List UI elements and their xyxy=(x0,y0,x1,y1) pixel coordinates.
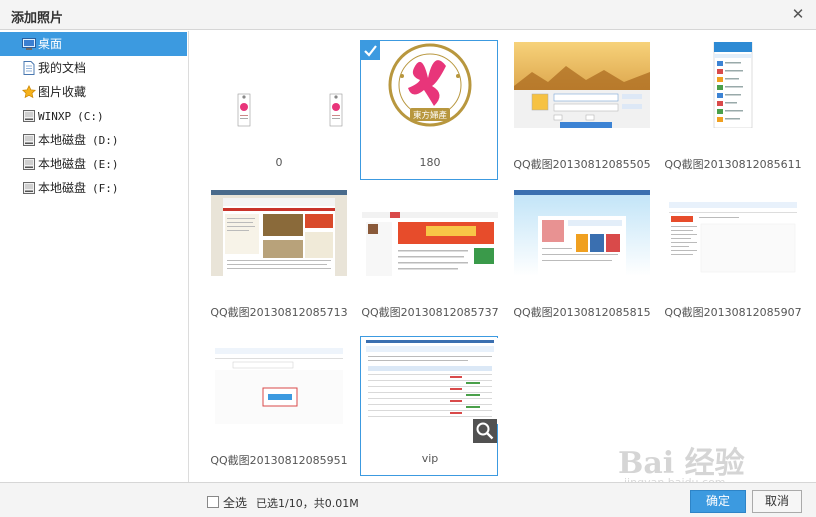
sidebar-item-label: 本地磁盘 xyxy=(38,181,87,195)
photo-image xyxy=(362,338,498,424)
desktop-icon xyxy=(22,38,36,50)
sidebar-item-picture-favorites[interactable]: 图片收藏 xyxy=(0,80,188,104)
folder-sidebar: 桌面 我的文档 图片收藏 WINXP (C:) 本地磁盘 (D:) 本地磁盘 (E:)… xyxy=(0,31,189,482)
photo-caption: vip xyxy=(421,452,439,465)
close-icon[interactable]: ✕ xyxy=(790,5,806,23)
dialog-title: 添加照片 xyxy=(11,11,64,26)
sidebar-item-label: 我的文档 xyxy=(38,61,87,75)
photo-thumbnail[interactable]: QQ截图20130812085505 xyxy=(512,40,651,180)
sidebar-item-desktop[interactable]: 桌面 xyxy=(0,32,187,56)
photo-image xyxy=(665,42,801,128)
drive-icon xyxy=(23,110,35,122)
sidebar-item-label: 图片收藏 xyxy=(38,85,87,99)
photo-item[interactable]: QQ截图20130812085907 xyxy=(663,188,803,328)
select-all-checkbox[interactable] xyxy=(207,496,219,508)
photo-thumbnail[interactable]: QQ截图20130812085713 xyxy=(209,188,348,328)
photo-item[interactable]: 東方婦產 180 xyxy=(360,40,500,180)
dialog-footer: 全选 已选1/10，共0.01M 确定 取消 xyxy=(0,482,816,517)
photo-caption: QQ截图20130812085907 xyxy=(664,306,802,319)
photo-image xyxy=(211,42,347,128)
photo-image xyxy=(362,190,498,276)
photo-caption: QQ截图20130812085713 xyxy=(210,306,348,319)
photo-image: 東方婦產 xyxy=(362,42,498,128)
sidebar-item-drive-e[interactable]: 本地磁盘 (E:) xyxy=(0,152,188,176)
selection-info: 已选1/10，共0.01M xyxy=(256,497,359,510)
sidebar-item-drive-letter: (C:) xyxy=(77,110,104,123)
photo-item[interactable]: QQ截图20130812085505 xyxy=(512,40,652,180)
photo-thumbnail[interactable]: QQ截图20130812085951 xyxy=(209,336,348,476)
sidebar-item-label: WINXP xyxy=(38,110,72,123)
photo-thumbnail[interactable]: QQ截图20130812085907 xyxy=(663,188,802,328)
sidebar-item-label: 桌面 xyxy=(38,37,63,51)
select-all-label[interactable]: 全选 xyxy=(223,494,247,511)
photo-caption: 0 xyxy=(275,156,283,169)
logo-text: 東方婦產 xyxy=(413,110,448,121)
sidebar-item-drive-letter: (D:) xyxy=(92,134,119,147)
dialog-titlebar: 添加照片 ✕ xyxy=(0,0,816,30)
photo-thumbnail[interactable]: QQ截图20130812085611 xyxy=(663,40,802,180)
checkmark-icon[interactable] xyxy=(361,41,380,60)
document-icon xyxy=(23,61,35,75)
photo-item[interactable]: QQ截图20130812085611 xyxy=(663,40,803,180)
photo-thumbnail[interactable]: 東方婦產 180 xyxy=(360,40,498,180)
photo-item[interactable]: QQ截图20130812085815 xyxy=(512,188,652,328)
photo-image xyxy=(211,190,347,276)
sidebar-item-label: 本地磁盘 xyxy=(38,157,87,171)
drive-icon xyxy=(23,158,35,170)
photo-grid: 0 東方婦產 180 QQ截图20130812085505 QQ截图201308… xyxy=(190,31,816,482)
photo-caption: QQ截图20130812085815 xyxy=(513,306,651,319)
sidebar-item-drive-d[interactable]: 本地磁盘 (D:) xyxy=(0,128,188,152)
zoom-icon[interactable] xyxy=(473,419,497,443)
photo-thumbnail[interactable]: QQ截图20130812085815 xyxy=(512,188,651,328)
ok-button[interactable]: 确定 xyxy=(690,490,746,513)
photo-item[interactable]: vip xyxy=(360,336,500,476)
sidebar-item-drive-c[interactable]: WINXP (C:) xyxy=(0,104,188,128)
photo-item[interactable]: QQ截图20130812085951 xyxy=(209,336,349,476)
sidebar-item-drive-f[interactable]: 本地磁盘 (F:) xyxy=(0,176,188,200)
drive-icon xyxy=(23,134,35,146)
sidebar-item-label: 本地磁盘 xyxy=(38,133,87,147)
photo-image xyxy=(211,338,347,424)
photo-image xyxy=(665,190,801,276)
photo-caption: QQ截图20130812085505 xyxy=(513,158,651,171)
sidebar-item-drive-letter: (F:) xyxy=(92,182,119,195)
photo-thumbnail[interactable]: QQ截图20130812085737 xyxy=(360,188,499,328)
star-icon xyxy=(22,85,36,99)
photo-caption: QQ截图20130812085951 xyxy=(210,454,348,467)
sidebar-item-drive-letter: (E:) xyxy=(92,158,119,171)
photo-thumbnail[interactable]: 0 xyxy=(209,40,347,180)
sidebar-item-my-documents[interactable]: 我的文档 xyxy=(0,56,188,80)
photo-image xyxy=(514,42,650,128)
photo-thumbnail[interactable]: vip xyxy=(360,336,498,476)
photo-item[interactable]: QQ截图20130812085713 xyxy=(209,188,349,328)
cancel-button[interactable]: 取消 xyxy=(752,490,802,513)
photo-image xyxy=(514,190,650,276)
photo-caption: QQ截图20130812085611 xyxy=(664,158,802,171)
photo-item[interactable]: 0 xyxy=(209,40,349,180)
drive-icon xyxy=(23,182,35,194)
photo-caption: 180 xyxy=(419,156,441,169)
photo-caption: QQ截图20130812085737 xyxy=(361,306,499,319)
photo-item[interactable]: QQ截图20130812085737 xyxy=(360,188,500,328)
